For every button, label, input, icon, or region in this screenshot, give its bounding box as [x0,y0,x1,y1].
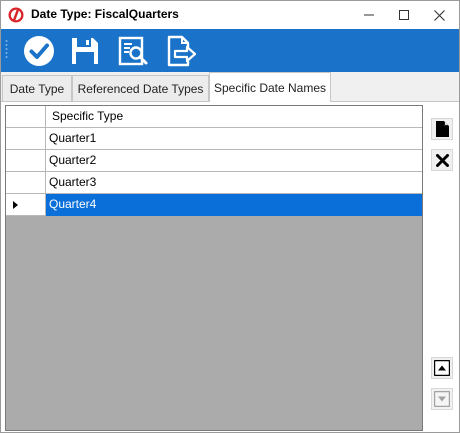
minimize-icon [364,14,374,16]
title-bar: Date Type: FiscalQuarters [1,1,459,29]
tab-referenced-date-types[interactable]: Referenced Date Types [72,75,209,101]
column-header-specific-type[interactable]: Specific Type [46,106,422,128]
window-title: Date Type: FiscalQuarters [31,7,179,21]
new-row-button[interactable] [431,118,453,140]
table-cell[interactable]: Quarter4 [46,194,422,216]
row-header[interactable] [6,128,46,150]
move-down-button[interactable] [431,388,453,410]
maximize-button[interactable] [386,1,422,29]
table-cell[interactable]: Quarter3 [46,172,422,194]
delete-x-icon [435,153,449,167]
export-button[interactable] [164,34,198,68]
move-up-button[interactable] [431,357,453,379]
move-down-icon [434,391,450,407]
row-header[interactable] [6,150,46,172]
preview-icon [118,36,148,66]
toolbar-grip-icon[interactable] [5,39,8,61]
table-cell[interactable]: Quarter1 [46,128,422,150]
table-row[interactable]: Quarter1 [6,128,422,150]
tab-specific-date-names[interactable]: Specific Date Names [209,72,331,102]
new-document-icon [435,121,449,137]
move-up-icon [434,360,450,376]
table-row[interactable]: Quarter2 [6,150,422,172]
minimize-button[interactable] [351,1,387,29]
preview-button[interactable] [116,34,150,68]
table-cell[interactable]: Quarter2 [46,150,422,172]
export-icon [167,35,197,67]
date-type-window: Date Type: FiscalQuarters Date Type Refe… [0,0,460,433]
save-button[interactable] [68,34,102,68]
maximize-icon [399,10,409,20]
apply-button[interactable] [22,34,56,68]
toolbar [1,29,459,72]
close-button[interactable] [421,1,457,29]
grid-header-row: Specific Type [6,106,422,128]
tab-date-type[interactable]: Date Type [2,75,72,101]
save-icon [72,38,98,64]
check-icon [24,36,54,66]
tab-strip: Date Type Referenced Date Types Specific… [1,72,459,102]
table-row-selected[interactable]: Quarter4 [6,194,422,216]
corner-header[interactable] [6,106,46,128]
specific-names-grid[interactable]: Specific Type Quarter1 Quarter2 Quarter3… [5,105,423,431]
app-logo-icon [8,7,24,23]
table-row[interactable]: Quarter3 [6,172,422,194]
delete-row-button[interactable] [431,149,453,171]
close-icon [433,9,445,21]
current-row-arrow-icon [13,201,18,209]
row-header[interactable] [6,172,46,194]
row-header[interactable] [6,194,46,216]
